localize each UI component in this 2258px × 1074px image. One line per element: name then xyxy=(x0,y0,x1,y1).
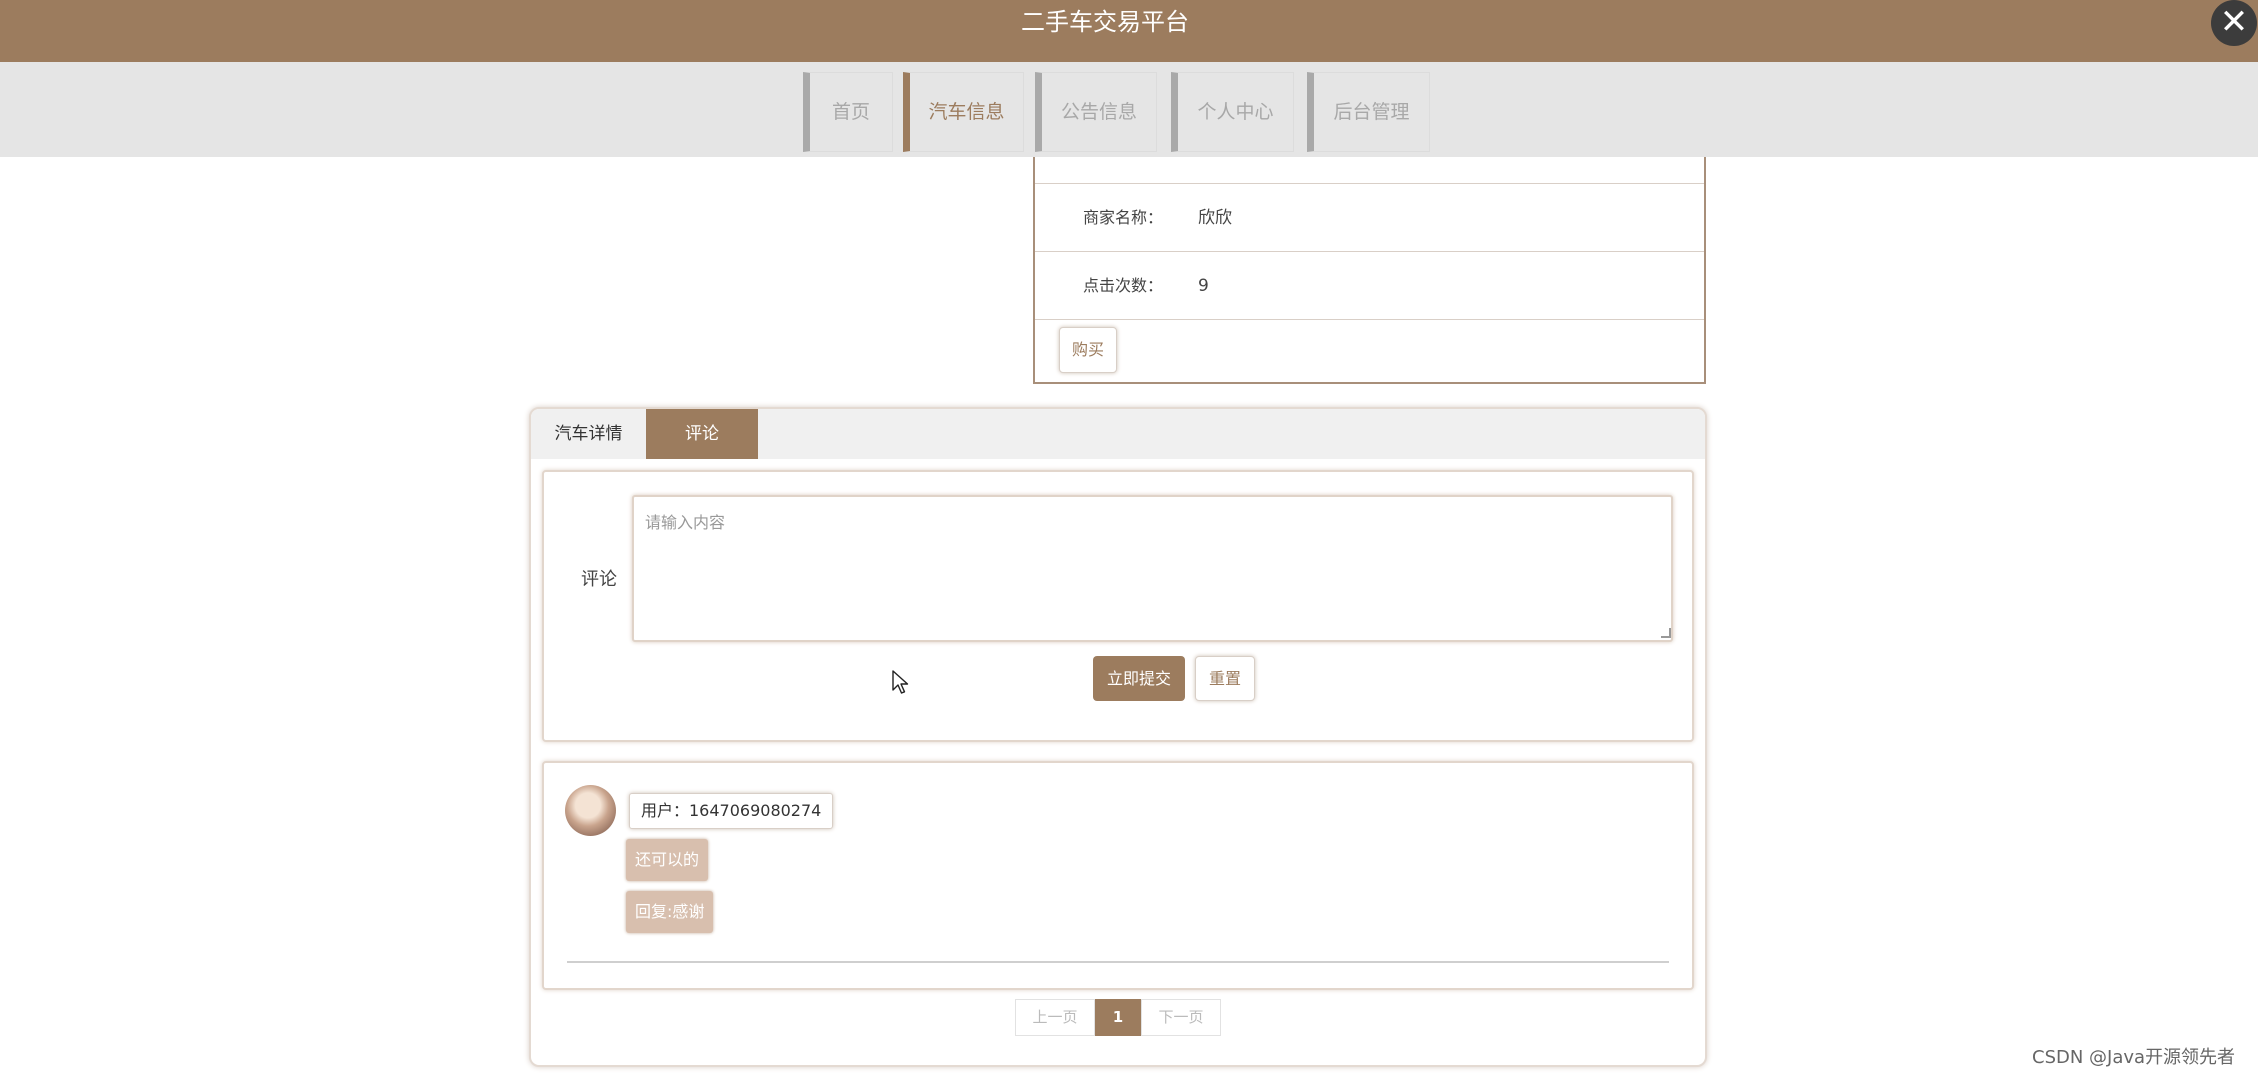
comment-reply: 回复:感谢 xyxy=(626,891,714,933)
tabs-header: 汽车详情 评论 xyxy=(531,409,1705,459)
avatar xyxy=(565,785,616,836)
textarea-resize-handle[interactable] xyxy=(1661,628,1671,638)
watermark-text: CSDN @Java开源领先者 xyxy=(2032,1047,2236,1068)
info-row-partial xyxy=(1035,157,1704,184)
nav-item-home[interactable]: 首页 xyxy=(803,72,893,152)
site-title: 二手车交易平台 xyxy=(1021,8,1189,36)
nav-item-car-info[interactable]: 汽车信息 xyxy=(903,72,1024,152)
reset-button[interactable]: 重置 xyxy=(1195,656,1255,701)
merchant-value: 欣欣 xyxy=(1198,208,1232,228)
comment-divider xyxy=(567,961,1669,963)
comment-input[interactable] xyxy=(632,495,1673,642)
close-icon[interactable]: ✕ xyxy=(2211,0,2257,46)
comment-field-label: 评论 xyxy=(581,569,617,590)
top-header-bar: 二手车交易平台 xyxy=(0,0,2258,62)
comment-user-tag: 用户：1647069080274 xyxy=(629,793,834,829)
buy-button[interactable]: 购买 xyxy=(1059,327,1117,373)
info-row-clicks: 点击次数： 9 xyxy=(1035,252,1704,320)
tab-comments[interactable]: 评论 xyxy=(646,409,758,459)
comment-form: 评论 立即提交 重置 xyxy=(542,470,1694,742)
tab-car-details[interactable]: 汽车详情 xyxy=(531,409,646,459)
nav-item-admin[interactable]: 后台管理 xyxy=(1307,72,1430,152)
merchant-label: 商家名称： xyxy=(1083,208,1164,227)
mouse-cursor-icon xyxy=(892,670,909,694)
comment-content: 还可以的 xyxy=(626,839,709,881)
next-page-button[interactable]: 下一页 xyxy=(1141,999,1221,1036)
clicks-label: 点击次数： xyxy=(1083,276,1164,295)
prev-page-button[interactable]: 上一页 xyxy=(1015,999,1095,1036)
submit-button[interactable]: 立即提交 xyxy=(1093,656,1185,701)
clicks-value: 9 xyxy=(1198,276,1209,296)
nav-item-announcements[interactable]: 公告信息 xyxy=(1035,72,1157,152)
info-row-merchant: 商家名称： 欣欣 xyxy=(1035,184,1704,252)
comment-list: 用户：1647069080274 还可以的 回复:感谢 xyxy=(542,761,1694,990)
detail-tabs-panel: 汽车详情 评论 评论 立即提交 重置 用户：1647069080274 还可以的… xyxy=(529,407,1707,1067)
nav-item-personal-center[interactable]: 个人中心 xyxy=(1171,72,1294,152)
main-navigation: 首页 汽车信息 公告信息 个人中心 后台管理 xyxy=(0,62,2258,157)
car-info-card: 商家名称： 欣欣 点击次数： 9 购买 xyxy=(1033,157,1706,384)
current-page-button[interactable]: 1 xyxy=(1095,999,1141,1036)
